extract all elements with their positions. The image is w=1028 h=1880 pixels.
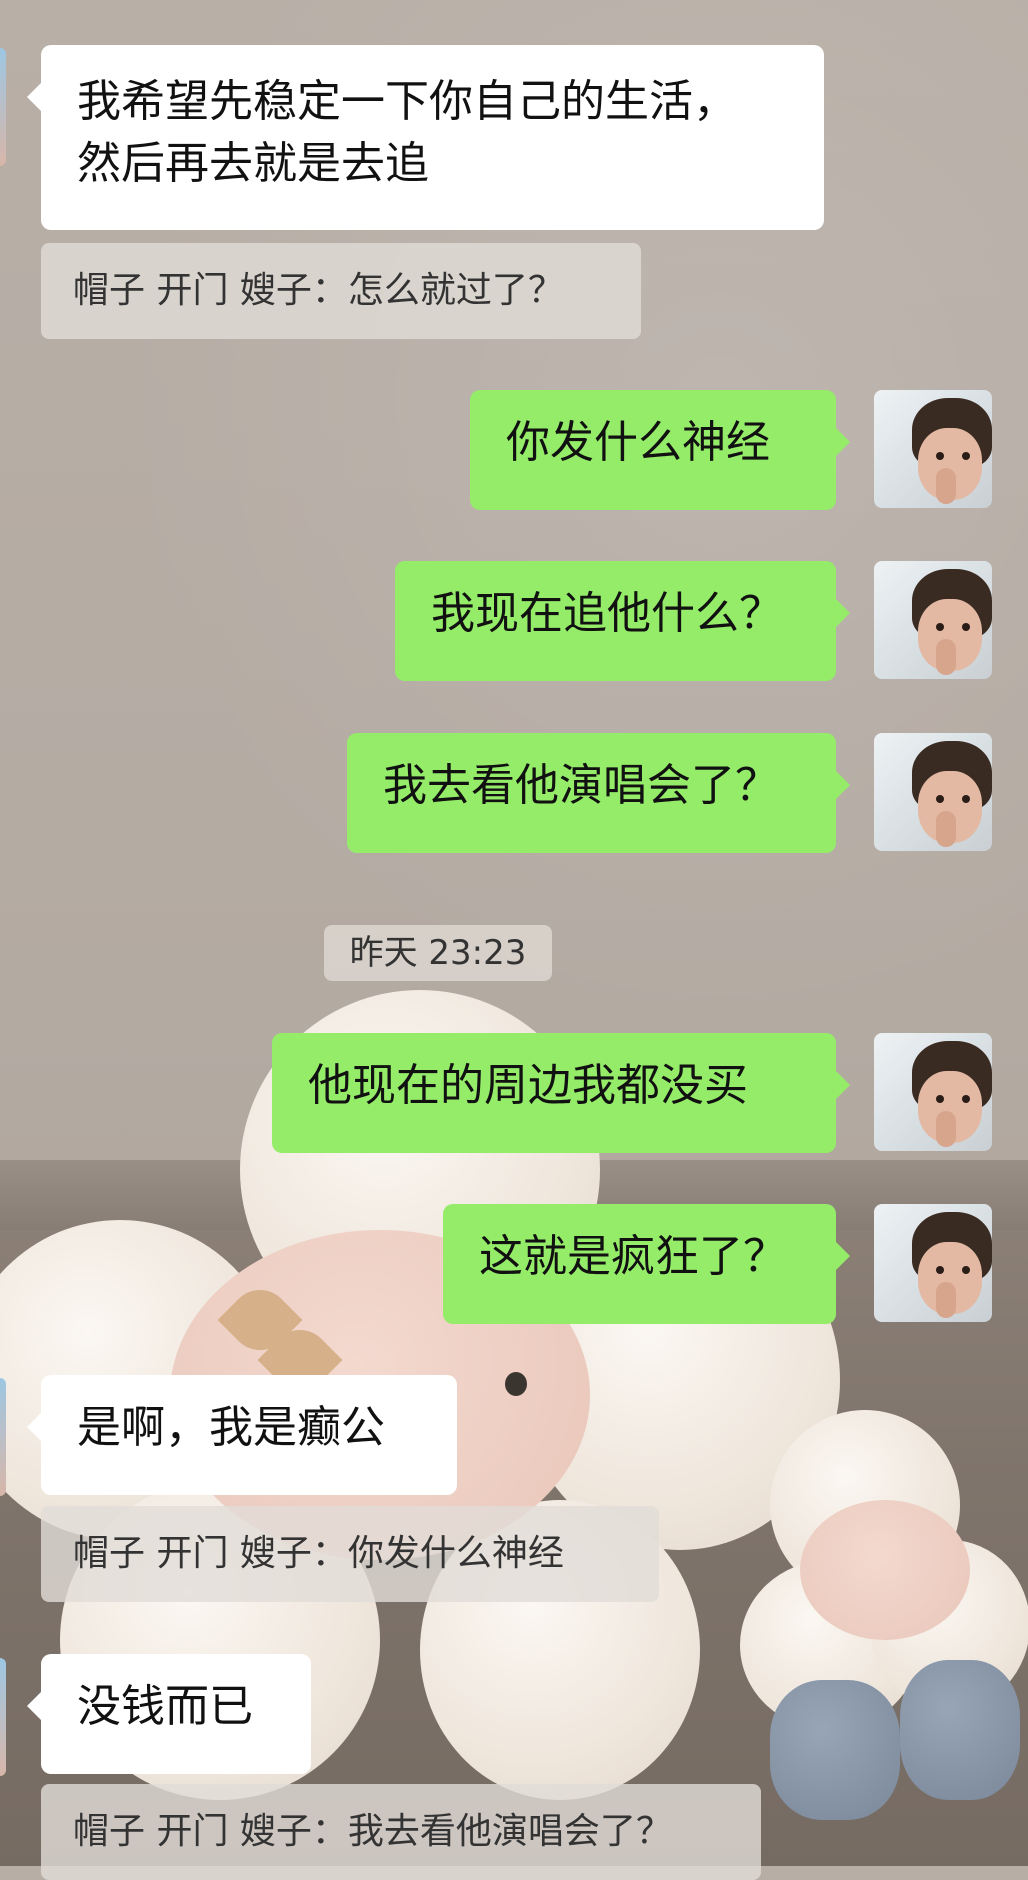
quoted-message-text: 帽子 开门 嫂子：我去看他演唱会了？	[73, 1811, 672, 1852]
quoted-message[interactable]: 帽子 开门 嫂子：你发什么神经	[41, 1506, 659, 1602]
message-bubble-sent[interactable]: 这就是疯狂了？	[443, 1204, 850, 1324]
other-avatar[interactable]	[0, 1378, 6, 1496]
message-text: 你发什么神经	[506, 417, 770, 468]
self-avatar[interactable]	[874, 733, 992, 851]
other-avatar[interactable]	[0, 48, 6, 166]
quoted-message-text: 帽子 开门 嫂子：你发什么神经	[73, 1533, 564, 1574]
message-text-line: 我希望先稳定一下你自己的生活，	[77, 76, 737, 127]
message-text: 我现在追他什么？	[431, 588, 783, 639]
message-text: 是啊，我是癫公	[77, 1402, 385, 1453]
self-avatar[interactable]	[874, 1204, 992, 1322]
timestamp-divider: 昨天 23:23	[324, 925, 552, 981]
other-avatar[interactable]	[0, 1658, 6, 1776]
self-avatar[interactable]	[874, 390, 992, 508]
timestamp-text: 昨天 23:23	[349, 933, 527, 973]
self-avatar[interactable]	[874, 1033, 992, 1151]
self-avatar[interactable]	[874, 561, 992, 679]
message-text: 我去看他演唱会了？	[383, 760, 779, 811]
quoted-message[interactable]: 帽子 开门 嫂子：怎么就过了？	[41, 243, 641, 339]
message-bubble-sent[interactable]: 你发什么神经	[470, 390, 850, 510]
message-bubble-received[interactable]: 是啊，我是癫公	[27, 1375, 457, 1495]
message-text: 这就是疯狂了？	[479, 1231, 787, 1282]
message-text-line: 然后再去就是去追	[77, 138, 429, 189]
message-bubble-sent[interactable]: 他现在的周边我都没买	[272, 1033, 850, 1153]
message-bubble-received[interactable]: 没钱而已	[27, 1654, 311, 1774]
quoted-message-text: 帽子 开门 嫂子：怎么就过了？	[73, 270, 564, 311]
message-bubble-received[interactable]: 我希望先稳定一下你自己的生活， 然后再去就是去追	[27, 45, 824, 230]
message-bubble-sent[interactable]: 我去看他演唱会了？	[347, 733, 850, 853]
message-text: 没钱而已	[77, 1681, 253, 1732]
message-bubble-sent[interactable]: 我现在追他什么？	[395, 561, 850, 681]
message-text: 他现在的周边我都没买	[308, 1060, 748, 1111]
